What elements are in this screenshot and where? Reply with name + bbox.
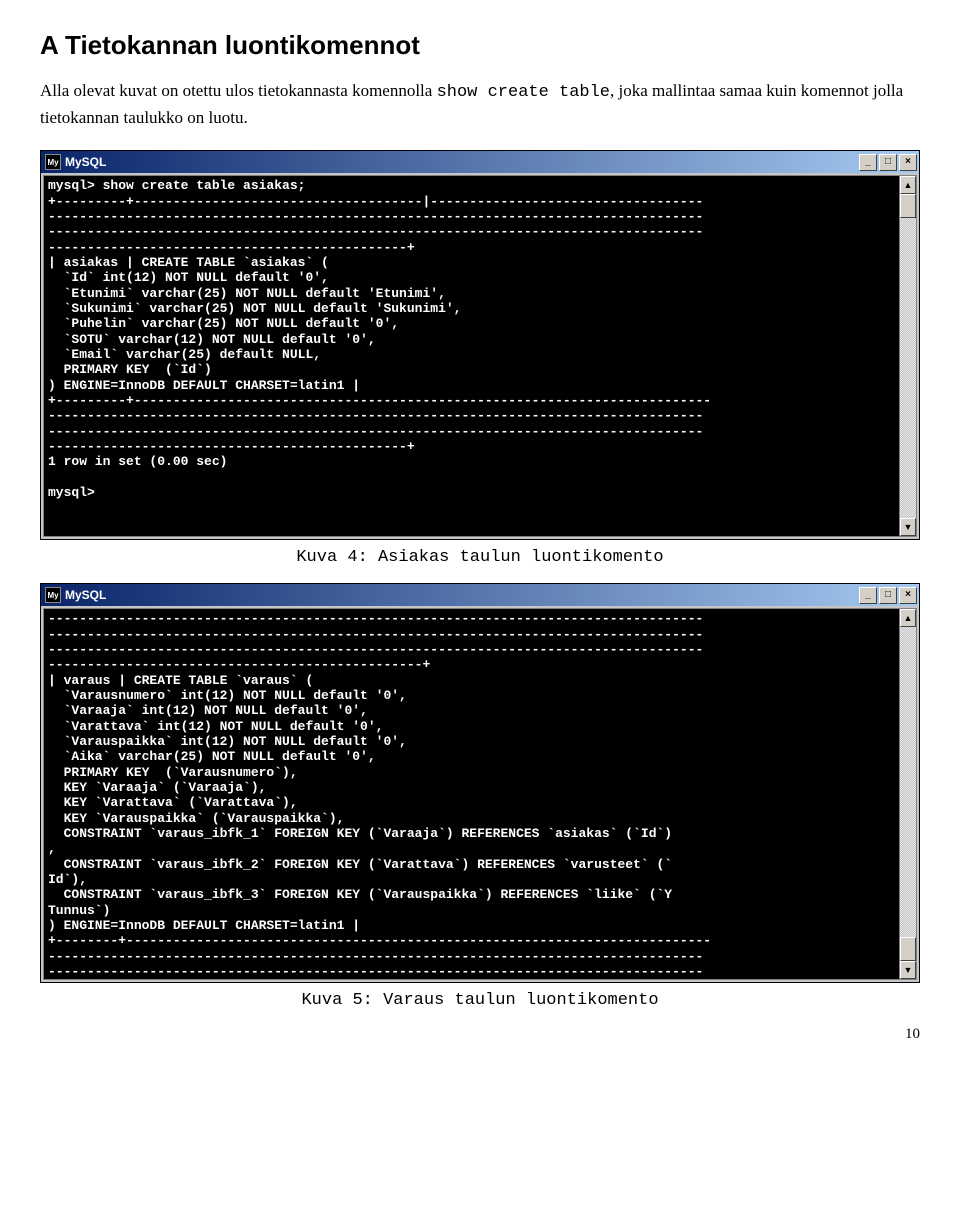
mysql-window-1: My MySQL _ □ × mysql> show create table … — [40, 150, 920, 540]
figure-4-caption: Kuva 4: Asiakas taulun luontikomento — [40, 548, 920, 567]
page-number: 10 — [40, 1026, 920, 1043]
scroll-up-icon[interactable]: ▲ — [900, 176, 916, 194]
window-title: MySQL — [65, 588, 857, 602]
scroll-thumb[interactable] — [900, 937, 916, 961]
scroll-up-icon[interactable]: ▲ — [900, 609, 916, 627]
scroll-down-icon[interactable]: ▼ — [900, 961, 916, 979]
terminal-output-1[interactable]: mysql> show create table asiakas; +-----… — [43, 175, 900, 537]
page-title: A Tietokannan luontikomennot — [40, 30, 920, 61]
terminal-output-2[interactable]: ----------------------------------------… — [43, 608, 900, 980]
close-button[interactable]: × — [899, 587, 917, 604]
scroll-thumb[interactable] — [900, 194, 916, 218]
maximize-button[interactable]: □ — [879, 587, 897, 604]
window-title: MySQL — [65, 155, 857, 169]
figure-5-caption: Kuva 5: Varaus taulun luontikomento — [40, 991, 920, 1010]
client-area: mysql> show create table asiakas; +-----… — [41, 173, 919, 539]
minimize-button[interactable]: _ — [859, 587, 877, 604]
titlebar: My MySQL _ □ × — [41, 584, 919, 606]
intro-paragraph: Alla olevat kuvat on otettu ulos tietoka… — [40, 79, 920, 130]
intro-text-pre: Alla olevat kuvat on otettu ulos tietoka… — [40, 81, 437, 100]
close-button[interactable]: × — [899, 154, 917, 171]
mysql-window-2: My MySQL _ □ × -------------------------… — [40, 583, 920, 983]
scroll-track[interactable] — [900, 627, 916, 937]
vertical-scrollbar[interactable]: ▲ ▼ — [900, 608, 917, 980]
minimize-button[interactable]: _ — [859, 154, 877, 171]
titlebar: My MySQL _ □ × — [41, 151, 919, 173]
client-area: ----------------------------------------… — [41, 606, 919, 982]
vertical-scrollbar[interactable]: ▲ ▼ — [900, 175, 917, 537]
scroll-track[interactable] — [900, 218, 916, 518]
app-icon: My — [45, 154, 61, 170]
intro-code: show create table — [437, 83, 610, 102]
scroll-down-icon[interactable]: ▼ — [900, 518, 916, 536]
app-icon: My — [45, 587, 61, 603]
maximize-button[interactable]: □ — [879, 154, 897, 171]
